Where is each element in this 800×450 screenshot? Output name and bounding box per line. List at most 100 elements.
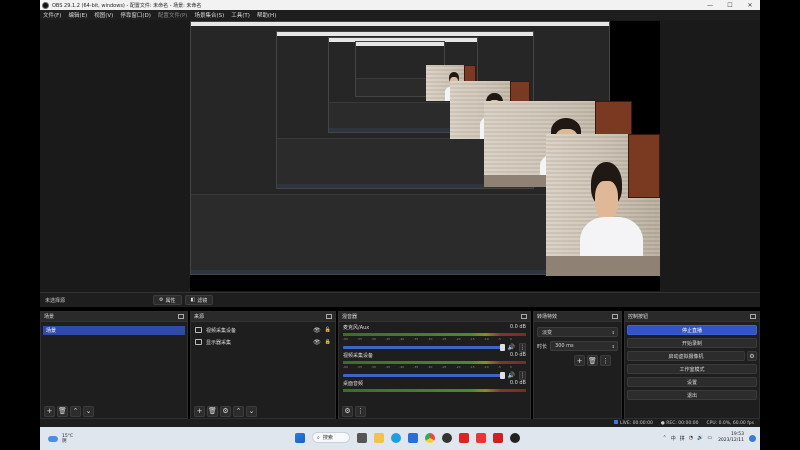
duration-label: 时长 (537, 343, 548, 350)
taskbar-search[interactable]: ⌕ 搜索 (312, 432, 350, 443)
close-button[interactable]: ✕ (740, 2, 760, 9)
undock-icon[interactable] (178, 314, 184, 319)
ime-pinyin[interactable]: 拼 (680, 435, 685, 442)
app-icon-red-2[interactable] (476, 432, 486, 443)
move-down-button[interactable]: ⌄ (83, 405, 94, 417)
channel-menu-button[interactable]: ⋮ (519, 371, 526, 380)
undock-icon[interactable] (521, 314, 527, 319)
app-icon-red-3[interactable] (493, 432, 503, 443)
live-status: LIVE: 00:00:00 (613, 420, 653, 426)
undock-icon[interactable] (612, 314, 618, 319)
move-up-button[interactable]: ⌃ (233, 405, 244, 417)
move-up-button[interactable]: ⌃ (70, 405, 81, 417)
menu-scene-collection[interactable]: 场景集合(S) (194, 11, 224, 19)
system-tray: ⌃ 中 拼 ◔ 🔊 ▭ 19:53 2023/12/11 (658, 432, 756, 444)
obs-taskbar-icon[interactable] (510, 432, 520, 443)
menu-view[interactable]: 视图(V) (94, 11, 113, 19)
volume-meter (343, 333, 526, 336)
windows-taskbar: 15°C 阴 ⌕ 搜索 ⌃ 中 拼 ◔ 🔊 ▭ 19:53 2023/12/11 (40, 427, 760, 450)
filters-button[interactable]: ◧ 滤镜 (184, 295, 214, 305)
file-explorer-icon[interactable] (374, 432, 384, 443)
scenes-dock: 场景 场景 + 🗑 ⌃ ⌄ (40, 311, 188, 419)
properties-button[interactable]: ⚙ 属性 (153, 295, 182, 305)
clock[interactable]: 19:53 2023/12/11 (718, 432, 744, 444)
add-transition-button[interactable]: + (574, 355, 585, 366)
remove-transition-button[interactable]: 🗑 (587, 355, 598, 366)
mixer-menu-button[interactable]: ⋮ (355, 405, 366, 417)
studio-mode-button[interactable]: 工作室模式 (627, 364, 757, 374)
menu-docks[interactable]: 停靠窗口(D) (120, 11, 151, 19)
exit-button[interactable]: 退出 (627, 390, 757, 400)
duration-input[interactable]: 300 ms ⇕ (550, 341, 618, 351)
lock-icon[interactable]: 🔒 (325, 339, 331, 345)
menu-tools[interactable]: 工具(T) (231, 11, 250, 19)
menu-help[interactable]: 帮助(H) (257, 11, 276, 19)
controls-title: 控制按钮 (628, 314, 649, 320)
controls-dock: 控制按钮 停止直播 开始录制 启动虚拟摄像机 ⚙ 工作室模式 设置 退出 (624, 311, 760, 419)
chevron-up-icon[interactable]: ⌃ (662, 435, 666, 441)
speaker-icon[interactable]: 🔊 (508, 372, 515, 379)
source-item[interactable]: 视频采集设备 👁 🔓 (191, 324, 335, 336)
maximize-button[interactable]: ☐ (720, 2, 740, 9)
cloud-icon (48, 435, 58, 442)
weather-condition: 阴 (62, 438, 67, 444)
move-down-button[interactable]: ⌄ (246, 405, 257, 417)
remove-scene-button[interactable]: 🗑 (57, 405, 68, 417)
remove-source-button[interactable]: 🗑 (207, 405, 218, 417)
task-view-icon[interactable] (357, 432, 367, 443)
channel-menu-button[interactable]: ⋮ (519, 343, 526, 352)
filter-icon: ◧ (190, 297, 196, 303)
start-virtual-camera-button[interactable]: 启动虚拟摄像机 (627, 351, 745, 361)
dell-app-icon[interactable] (442, 432, 452, 443)
stepper-icon[interactable]: ⇕ (612, 344, 615, 349)
scene-item[interactable]: 场景 (43, 326, 185, 335)
volume-slider[interactable] (343, 344, 505, 351)
store-icon[interactable] (408, 432, 418, 443)
temperature: 15°C (62, 433, 74, 439)
mixer-channel: 视频采集设备 0.0 dB -60 -55 -50 -45 -40 -35 -30 -25 -20… (343, 352, 526, 380)
mixer-settings-button[interactable]: ⚙ (342, 405, 353, 417)
battery-icon[interactable]: ▭ (707, 435, 712, 441)
menu-file[interactable]: 文件(F) (43, 11, 61, 19)
transition-select[interactable]: 淡变 ⇕ (537, 327, 618, 337)
meter-scale: -60 -55 -50 -45 -40 -35 -30 -25 -20 -15 -10 -5 0 (343, 365, 512, 369)
add-source-button[interactable]: + (194, 405, 205, 417)
chevron-updown-icon: ⇕ (611, 329, 615, 335)
app-icon-red[interactable] (459, 432, 469, 443)
preview-area[interactable] (40, 20, 760, 292)
undock-icon[interactable] (750, 314, 756, 319)
cpu-status: CPU: 0.0%, 60.00 fps (706, 420, 755, 426)
windows-start-icon[interactable] (295, 432, 305, 443)
monitor-icon (195, 339, 202, 345)
volume-icon[interactable]: 🔊 (697, 435, 703, 441)
window-title: OBS 29.1.2 (64-bit, windows) - 配置文件: 未命名… (52, 2, 202, 9)
speaker-icon[interactable]: 🔊 (508, 344, 515, 351)
source-item[interactable]: 显示器采集 👁 🔒 (191, 336, 335, 348)
stop-streaming-button[interactable]: 停止直播 (627, 325, 757, 335)
weather-widget[interactable]: 15°C 阴 (48, 434, 73, 444)
ime-chinese[interactable]: 中 (671, 435, 676, 442)
chrome-icon[interactable] (425, 432, 435, 443)
lock-icon[interactable]: 🔓 (325, 327, 331, 333)
eye-icon[interactable]: 👁 (313, 339, 321, 346)
meter-scale: -60 -55 -50 -45 -40 -35 -30 -25 -20 -15 -10 -5 0 (343, 337, 512, 341)
gear-icon[interactable]: ⚙ (747, 351, 757, 361)
start-recording-button[interactable]: 开始录制 (627, 338, 757, 348)
edge-browser-icon[interactable] (391, 432, 401, 443)
undock-icon[interactable] (326, 314, 332, 319)
source-settings-button[interactable]: ⚙ (220, 405, 231, 417)
settings-button[interactable]: 设置 (627, 377, 757, 387)
notification-icon[interactable] (749, 434, 756, 442)
menu-edit[interactable]: 编辑(E) (68, 11, 87, 19)
transition-menu-button[interactable]: ⋮ (600, 355, 611, 366)
network-icon[interactable]: ◔ (689, 435, 693, 441)
preview-canvas[interactable] (190, 21, 660, 291)
menu-profile[interactable]: 配置文件(P) (158, 11, 188, 19)
volume-slider[interactable] (343, 372, 505, 379)
rec-status: ● REC: 00:00:00 (660, 420, 699, 426)
add-scene-button[interactable]: + (44, 405, 55, 417)
gear-icon: ⚙ (159, 297, 164, 303)
no-source-label: 未选择源 (45, 297, 66, 304)
eye-icon[interactable]: 👁 (313, 327, 321, 334)
minimize-button[interactable]: — (700, 2, 720, 9)
